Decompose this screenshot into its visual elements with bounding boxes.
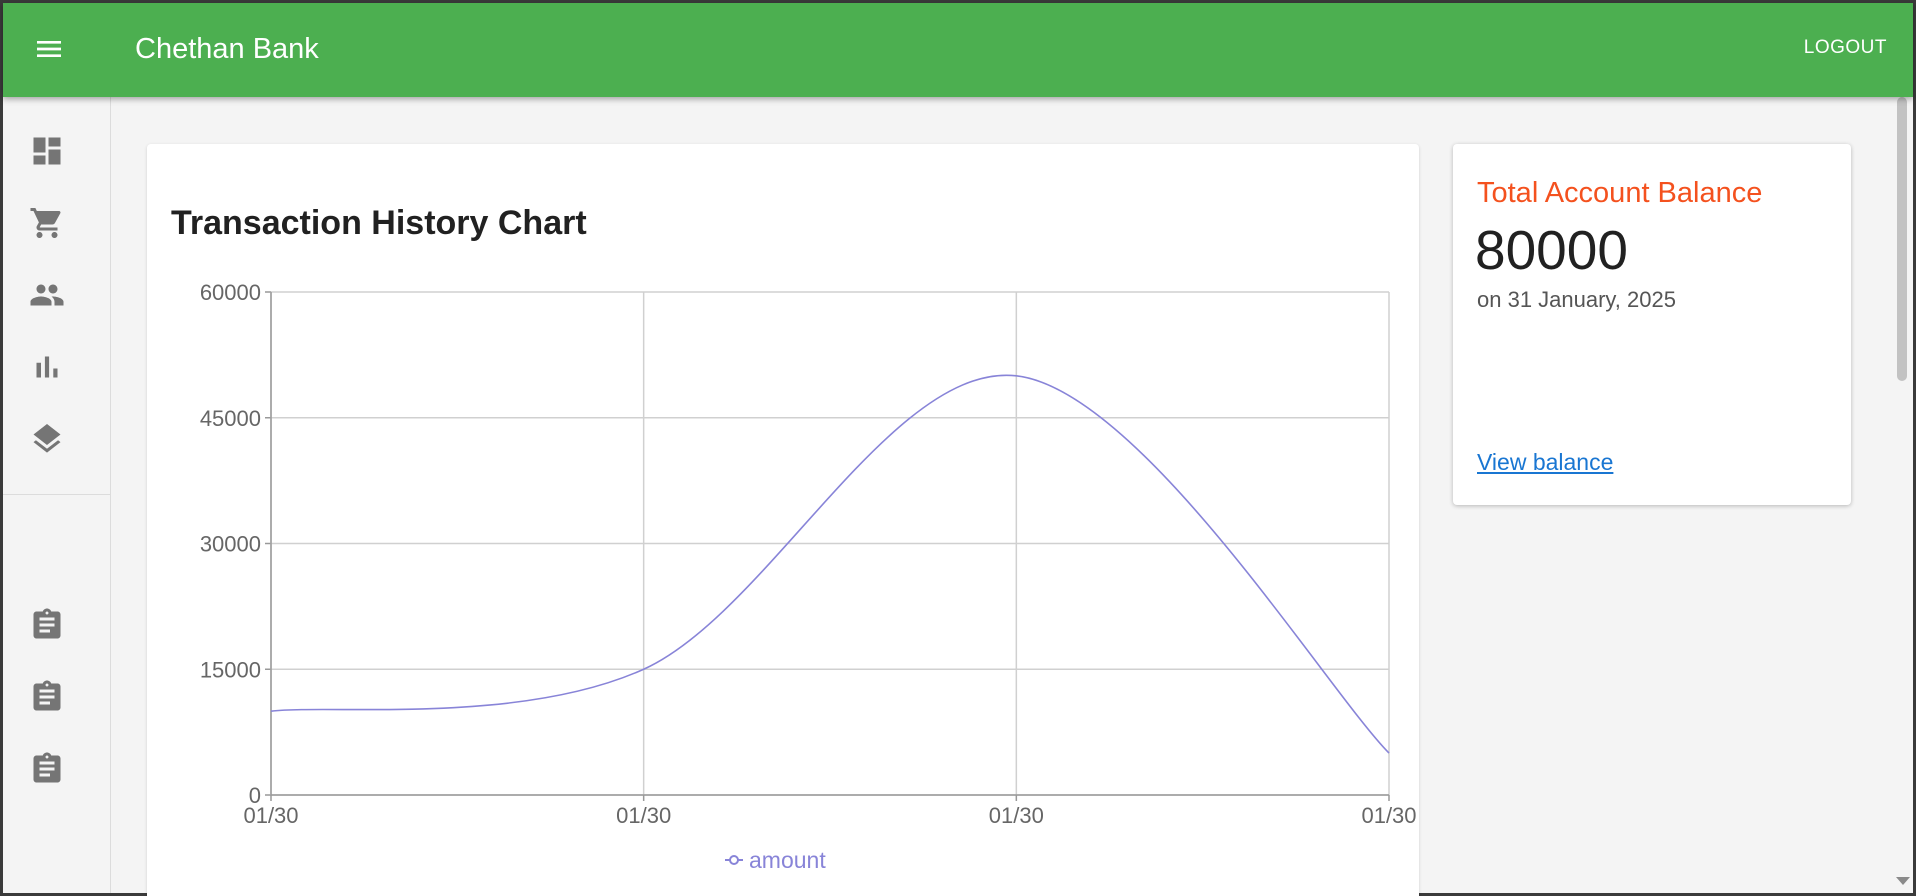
- view-balance-link[interactable]: View balance: [1477, 449, 1613, 476]
- sidebar-item-people[interactable]: [29, 277, 65, 313]
- sidebar-item-integrations[interactable]: [29, 421, 65, 457]
- dashboard-icon: [33, 137, 61, 165]
- y-tick-label: 45000: [200, 406, 261, 431]
- y-tick-label: 60000: [200, 280, 261, 305]
- assignment-icon: [33, 608, 61, 639]
- sidebar-divider: [3, 494, 111, 495]
- x-tick-label: 01/30: [616, 803, 671, 828]
- legend-label: amount: [749, 847, 826, 873]
- menu-icon[interactable]: [33, 33, 65, 65]
- app-bar: Chethan Bank LOGOUT: [3, 3, 1913, 97]
- balance-date: on 31 January, 2025: [1477, 287, 1676, 312]
- series-line-amount: [270, 374, 1390, 754]
- sidebar-item-reports[interactable]: [29, 349, 65, 385]
- assignment-icon: [33, 680, 61, 711]
- sidebar-item-report-2[interactable]: [29, 679, 65, 715]
- scroll-down-arrow-icon[interactable]: [1896, 877, 1910, 885]
- x-tick-label: 01/30: [989, 803, 1044, 828]
- layers-icon: [33, 424, 61, 453]
- balance-amount: 80000: [1475, 219, 1628, 281]
- sidebar-item-report-3[interactable]: [29, 751, 65, 787]
- scrollbar-thumb[interactable]: [1897, 97, 1907, 381]
- logout-button[interactable]: LOGOUT: [1804, 37, 1887, 59]
- x-tick-label: 01/30: [1361, 803, 1416, 828]
- sidebar-item-dashboard[interactable]: [29, 133, 65, 169]
- shopping-cart-icon: [30, 208, 61, 238]
- y-tick-label: 15000: [200, 657, 261, 682]
- balance-title: Total Account Balance: [1477, 177, 1763, 209]
- x-tick-label: 01/30: [243, 803, 298, 828]
- page-scrollbar[interactable]: [1893, 97, 1913, 893]
- balance-card: Total Account Balance 80000 on 31 Januar…: [1453, 144, 1851, 505]
- transaction-chart-card: Transaction History Chart 0 15000 30000 450…: [147, 144, 1419, 896]
- app-title: Chethan Bank: [135, 33, 319, 65]
- sidebar-item-cart[interactable]: [29, 205, 65, 241]
- assignment-icon: [33, 752, 61, 783]
- legend-swatch-dot: [729, 855, 739, 865]
- sidebar: [3, 97, 111, 893]
- sidebar-item-report-1[interactable]: [29, 607, 65, 643]
- y-tick-label: 30000: [200, 532, 261, 557]
- transaction-history-chart: 01500030000450006000001/30 01/30 01/30 01/3…: [200, 280, 1417, 873]
- people-icon: [30, 284, 64, 306]
- bar-chart-icon: [36, 356, 58, 378]
